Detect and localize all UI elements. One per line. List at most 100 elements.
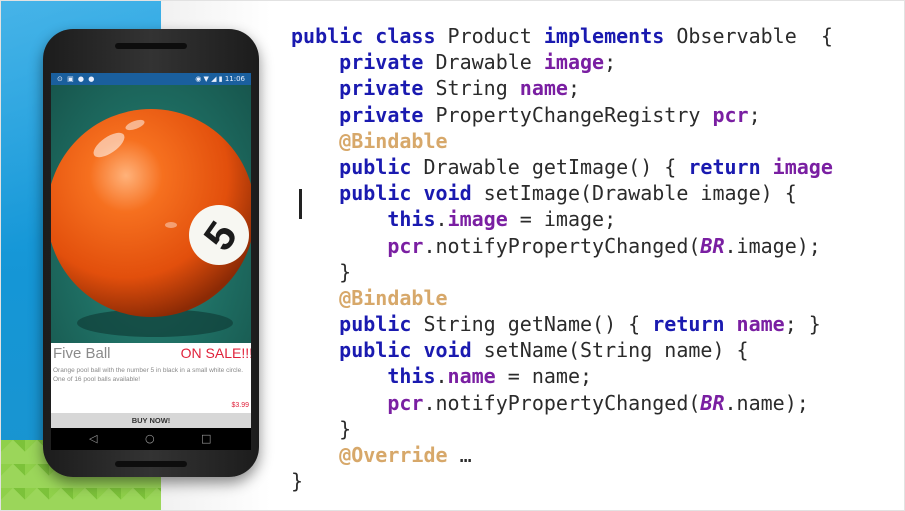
product-description: Orange pool ball with the number 5 in bl… <box>53 367 244 383</box>
code-token: String getName() { <box>423 312 653 337</box>
code-token: } <box>291 469 304 494</box>
code-token: setName(String name) { <box>483 338 749 363</box>
product-title: Five Ball <box>53 345 111 362</box>
status-bar-clock: ◉ ▼ ◢ ▮ 11:06 <box>195 75 245 83</box>
code-token: . <box>435 207 448 232</box>
phone-screen: ⊙ ▣ ● ● ◉ ▼ ◢ ▮ 11:06 5 Five Ball ON SAL… <box>51 73 251 428</box>
status-bar-notifications: ⊙ ▣ ● ● <box>57 75 96 83</box>
code-token: name <box>447 364 496 389</box>
code-line: pcr.notifyPropertyChanged(BR.image); <box>291 233 903 259</box>
code-line: public Drawable getImage() { return imag… <box>291 154 903 180</box>
code-token: String <box>435 76 520 101</box>
code-token: @Override <box>339 443 448 467</box>
code-line: public class Product implements Observab… <box>291 23 903 49</box>
code-token: = image; <box>507 207 617 232</box>
code-line: } <box>291 416 903 442</box>
code-token: pcr <box>387 390 424 415</box>
code-token: = name; <box>495 364 593 389</box>
code-token: public <box>339 154 424 179</box>
code-token: @Bindable <box>339 285 448 310</box>
code-token: return <box>688 154 773 179</box>
phone-speaker-top <box>115 43 187 49</box>
home-icon[interactable]: ○ <box>145 431 155 447</box>
android-nav-bar: ◁ ○ □ <box>51 428 251 450</box>
code-line: public void setImage(Drawable image) { <box>291 180 903 206</box>
buy-now-button[interactable]: BUY NOW! <box>51 413 251 428</box>
code-line: } <box>291 259 903 285</box>
code-token: public class <box>291 24 448 48</box>
code-token: image <box>447 207 508 232</box>
code-token: name <box>519 76 568 101</box>
code-token: public <box>339 312 424 337</box>
code-line: pcr.notifyPropertyChanged(BR.name); <box>291 390 903 416</box>
code-token: this <box>387 364 436 389</box>
code-line: public void setName(String name) { <box>291 337 903 363</box>
code-token: Product <box>447 24 544 48</box>
code-token: this <box>387 207 436 232</box>
code-token: public void <box>339 338 484 363</box>
code-token: private <box>339 76 436 101</box>
code-line: this.name = name; <box>291 363 903 389</box>
code-line: public String getName() { return name; } <box>291 311 903 337</box>
code-listing: public class Product implements Observab… <box>291 23 903 494</box>
code-token: pcr <box>712 102 749 127</box>
phone-mockup: ⊙ ▣ ● ● ◉ ▼ ◢ ▮ 11:06 5 Five Ball ON SAL… <box>43 29 302 477</box>
code-token: ; } <box>784 312 821 337</box>
slide: ⊙ ▣ ● ● ◉ ▼ ◢ ▮ 11:06 5 Five Ball ON SAL… <box>0 0 905 511</box>
product-price: $3.99 <box>231 402 249 409</box>
code-token: Drawable getImage() { <box>423 154 689 179</box>
status-bar: ⊙ ▣ ● ● ◉ ▼ ◢ ▮ 11:06 <box>51 73 251 85</box>
code-token: pcr <box>387 233 424 258</box>
code-line: } <box>291 468 903 494</box>
code-token: … <box>447 443 472 467</box>
code-token: } <box>291 259 352 284</box>
phone-speaker-bottom <box>115 461 187 467</box>
code-token: implements <box>543 24 677 48</box>
code-token: BR <box>700 233 725 258</box>
code-token: PropertyChangeRegistry <box>435 102 713 127</box>
code-token: Drawable <box>435 50 544 75</box>
code-line: @Override … <box>291 442 903 468</box>
code-token: image <box>543 50 605 75</box>
pool-ball-image: 5 <box>51 109 251 337</box>
code-token: .name); <box>724 390 809 415</box>
code-token: @Bindable <box>339 128 448 153</box>
code-token: ; <box>604 50 617 75</box>
code-token: . <box>435 364 448 389</box>
code-token: BR <box>700 390 725 415</box>
code-token: .image); <box>724 233 821 258</box>
code-line: private Drawable image; <box>291 49 903 75</box>
code-line: private PropertyChangeRegistry pcr; <box>291 102 903 128</box>
recents-icon[interactable]: □ <box>201 431 211 447</box>
code-line: this.image = image; <box>291 206 903 232</box>
code-token: Observable { <box>676 24 833 48</box>
code-line: private String name; <box>291 75 903 101</box>
code-token: private <box>339 102 436 127</box>
product-image: 5 <box>51 85 251 343</box>
code-token: setImage(Drawable image) { <box>483 181 797 206</box>
product-title-row: Five Ball ON SALE!!! <box>51 345 251 365</box>
code-token: public void <box>339 181 484 206</box>
code-token: name <box>736 312 785 337</box>
code-token: ; <box>567 76 581 101</box>
code-line: @Bindable <box>291 128 903 154</box>
back-icon[interactable]: ◁ <box>89 431 97 447</box>
code-token: private <box>339 50 436 75</box>
code-token: image <box>772 154 833 179</box>
code-token: return <box>652 312 737 337</box>
code-token: .notifyPropertyChanged( <box>423 390 701 415</box>
